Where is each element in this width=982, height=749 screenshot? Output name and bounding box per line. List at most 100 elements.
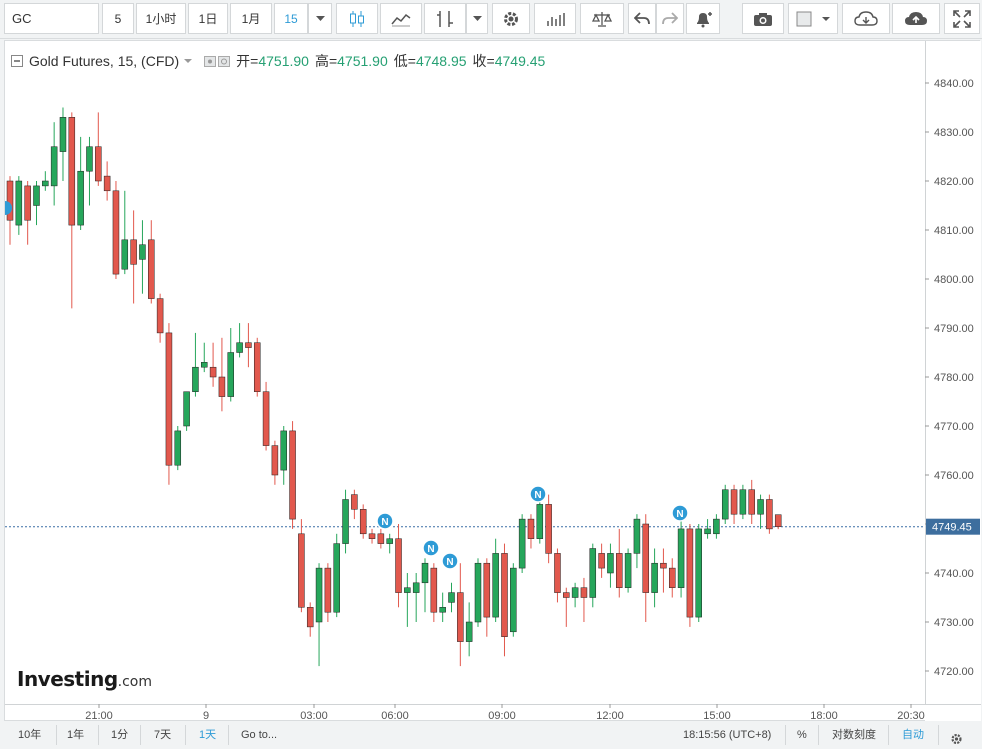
candle-body[interactable] (677, 528, 685, 588)
alert-button[interactable] (686, 3, 720, 34)
candle-body[interactable] (483, 562, 491, 618)
candle-body[interactable] (192, 366, 199, 392)
candle-body[interactable] (68, 117, 76, 226)
candle-body[interactable] (183, 391, 190, 427)
fullscreen-button[interactable] (944, 3, 980, 34)
candle-body[interactable] (103, 175, 111, 192)
range-7d-button[interactable]: 7天 (154, 725, 171, 745)
candle-body[interactable] (766, 499, 773, 530)
candle-body[interactable] (121, 239, 129, 270)
candle-body[interactable] (730, 489, 738, 515)
candle-body[interactable] (15, 180, 23, 226)
candle-body[interactable] (421, 562, 429, 584)
range-10y-button[interactable]: 10年 (18, 725, 41, 745)
candle-body[interactable] (536, 504, 544, 539)
candle-body[interactable] (253, 342, 261, 392)
candle-body[interactable] (474, 562, 482, 623)
studies-button[interactable] (534, 3, 576, 34)
candle-body[interactable] (59, 117, 67, 152)
candle-body[interactable] (624, 553, 632, 588)
auto-scale-button[interactable]: 自动 (902, 725, 924, 745)
compare-button[interactable] (580, 3, 624, 34)
interval-dropdown-button[interactable] (308, 3, 332, 34)
candle-body[interactable] (201, 362, 208, 368)
candle-body[interactable] (589, 548, 597, 598)
cloud-save-button[interactable] (892, 3, 940, 34)
candle-body[interactable] (642, 523, 650, 593)
candle-body[interactable] (501, 553, 508, 637)
candle-body[interactable] (518, 518, 526, 569)
candle-body[interactable] (165, 332, 173, 466)
range-1y-button[interactable]: 1年 (67, 725, 84, 745)
candle-body[interactable] (77, 170, 84, 226)
collapse-legend-icon[interactable] (11, 55, 23, 67)
candle-body[interactable] (377, 533, 385, 544)
interval-5-button[interactable]: 5 (102, 3, 134, 34)
candle-body[interactable] (748, 489, 755, 515)
candle-body[interactable] (704, 528, 711, 535)
candle-body[interactable] (412, 582, 420, 593)
candle-body[interactable] (571, 587, 579, 598)
candle-body[interactable] (209, 366, 217, 378)
interval-1h-button[interactable]: 1小时 (136, 3, 186, 34)
candle-body[interactable] (395, 538, 402, 593)
candle-body[interactable] (527, 518, 535, 539)
candle-body[interactable] (289, 430, 296, 520)
indicators-dropdown-button[interactable] (466, 3, 488, 34)
interval-1m-button[interactable]: 1月 (230, 3, 272, 34)
candle-body[interactable] (112, 190, 120, 275)
candle-body[interactable] (695, 528, 702, 618)
candle-body[interactable] (757, 499, 764, 515)
candle-body[interactable] (280, 430, 287, 471)
percent-scale-button[interactable]: % (797, 725, 807, 745)
candlestick-chart[interactable]: 4720.004730.004740.004750.004760.004770.… (5, 41, 981, 722)
candle-body[interactable] (359, 509, 367, 535)
candle-body[interactable] (245, 342, 252, 348)
candle-body[interactable] (554, 553, 561, 593)
candle-body[interactable] (86, 146, 93, 172)
line-chart-button[interactable] (380, 3, 422, 34)
candle-body[interactable] (607, 553, 614, 574)
indicators-button[interactable] (424, 3, 466, 34)
candles-chart-button[interactable] (336, 3, 378, 34)
candle-body[interactable] (139, 244, 146, 260)
candle-body[interactable] (333, 543, 340, 613)
candle-body[interactable] (306, 607, 314, 628)
candle-body[interactable] (368, 533, 376, 539)
candle-body[interactable] (465, 621, 473, 642)
goto-button[interactable]: Go to... (241, 725, 277, 745)
symbol-input[interactable]: GC (4, 3, 99, 34)
candle-body[interactable] (227, 352, 234, 397)
candle-body[interactable] (598, 553, 605, 569)
candle-body[interactable] (315, 567, 323, 623)
candle-body[interactable] (95, 146, 102, 182)
redo-button[interactable] (656, 3, 684, 34)
candle-body[interactable] (262, 391, 270, 446)
candle-body[interactable] (174, 430, 182, 466)
candle-body[interactable] (774, 514, 782, 527)
candle-body[interactable] (271, 445, 279, 476)
candle-body[interactable] (457, 592, 464, 642)
settings-small-icon[interactable] (218, 55, 231, 67)
candle-body[interactable] (404, 587, 411, 593)
candle-body[interactable] (448, 592, 455, 603)
candle-body[interactable] (660, 562, 667, 569)
candle-body[interactable] (510, 567, 517, 633)
candle-body[interactable] (721, 489, 729, 520)
candle-body[interactable] (324, 567, 332, 613)
candle-body[interactable] (739, 489, 747, 515)
range-1d-button[interactable]: 1天 (199, 725, 216, 745)
candle-body[interactable] (24, 185, 31, 221)
candle-body[interactable] (33, 185, 40, 206)
candle-body[interactable] (50, 146, 58, 187)
undo-button[interactable] (628, 3, 656, 34)
log-scale-button[interactable]: 对数刻度 (832, 725, 876, 745)
interval-15-button[interactable]: 15 (274, 3, 308, 34)
settings-icon[interactable] (950, 729, 963, 749)
candle-body[interactable] (430, 567, 438, 613)
candle-body[interactable] (563, 592, 570, 598)
candle-body[interactable] (342, 499, 349, 544)
candle-body[interactable] (156, 298, 164, 334)
candle-body[interactable] (439, 607, 446, 613)
candle-body[interactable] (236, 342, 243, 353)
